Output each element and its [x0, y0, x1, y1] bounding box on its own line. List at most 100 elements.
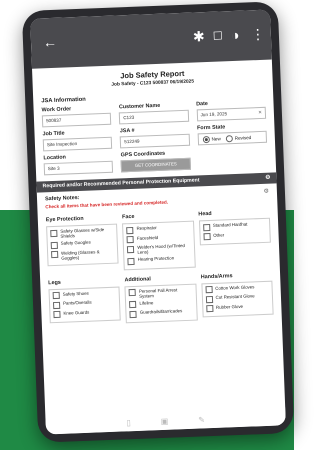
clear-date-icon[interactable]: × — [258, 108, 262, 118]
form-state-new-option[interactable]: New — [202, 135, 221, 143]
checkbox-item[interactable]: Safety Googles — [50, 239, 115, 249]
checkbox-label: Welder's Hood (w/Tinted Lens) — [137, 242, 186, 255]
checkbox-label: Faceshield — [136, 234, 159, 241]
checkbox-item[interactable]: Safety Shoes — [52, 289, 117, 300]
checkbox-label: Pants/Overalls — [62, 299, 92, 306]
ppe-grid-bottom: Legs Safety Shoes Pants/Overalls Knee Gu… — [48, 267, 274, 329]
checkbox-item[interactable]: Respirator — [126, 224, 190, 234]
checkbox-item[interactable]: Lifeline — [129, 298, 193, 309]
date-input[interactable]: Jun 19, 2025 × — [196, 106, 267, 122]
checkbox[interactable] — [127, 257, 135, 265]
form-state-revised-label: Revised — [234, 134, 252, 141]
job-title-input[interactable]: Site Inspection — [42, 136, 113, 152]
radio-revised[interactable] — [225, 134, 233, 142]
job-title-label: Job Title — [42, 130, 65, 138]
checkbox[interactable] — [203, 233, 211, 241]
checkbox-label: Safety Googles — [60, 239, 91, 246]
checkbox-item[interactable]: Safety Glasses w/Side Shields — [50, 227, 114, 239]
app-bar: ← ✱ ☐ ◑ ⋮ — [30, 9, 272, 69]
checkbox-label: Hearing Protection — [137, 255, 175, 262]
face-list: Respirator Faceshield Welder's Hood (w/T… — [122, 220, 196, 270]
checkbox-item[interactable]: Welder's Hood (w/Tinted Lens) — [127, 243, 191, 255]
legs-header: Legs — [48, 279, 61, 286]
get-coordinates-button[interactable]: GET COORDINATES — [120, 157, 191, 173]
checkbox[interactable] — [52, 301, 61, 309]
checkbox[interactable] — [205, 285, 213, 294]
collapse-icon[interactable]: ⊖ — [265, 173, 270, 184]
checkbox[interactable] — [51, 250, 59, 259]
checkbox-item[interactable]: Hearing Protection — [127, 255, 192, 265]
checkbox-item[interactable]: Welding (Glasses & Goggles) — [51, 248, 115, 260]
checkbox[interactable] — [127, 245, 135, 253]
tablet-device: ← ✱ ☐ ◑ ⋮ Job Safety Report Job Safety -… — [21, 1, 295, 443]
form-content: Job Safety Report Job Safety - C123 5008… — [32, 60, 282, 330]
checkbox-item[interactable]: Cotton Work Gloves — [205, 283, 269, 294]
ppe-grid-top: Eye Protection Safety Glasses w/Side Shi… — [46, 205, 272, 276]
checkbox-label: Other — [213, 231, 225, 238]
face-header: Face — [122, 213, 135, 221]
checkbox[interactable] — [128, 288, 137, 297]
hands-arms-list: Cotton Work Gloves Cut Resistant Glove R… — [201, 280, 274, 318]
checkbox-label: Safety Shoes — [62, 290, 89, 297]
more-menu-icon[interactable]: ⋮ — [251, 26, 266, 44]
date-label: Date — [196, 101, 208, 108]
checkbox-label: Guardrails/Barricades — [139, 308, 183, 315]
checkbox-item[interactable]: Faceshield — [126, 233, 191, 244]
checkbox[interactable] — [126, 235, 135, 244]
checkbox[interactable] — [202, 223, 211, 231]
checkbox-item[interactable]: Knee Guards — [53, 308, 117, 319]
checkbox[interactable] — [50, 229, 58, 237]
checkbox[interactable] — [50, 241, 58, 249]
page-icon[interactable]: ▯ — [126, 418, 131, 427]
radio-new[interactable] — [202, 135, 210, 143]
checkbox-item[interactable]: Personal Fall Arrest System — [128, 286, 193, 299]
head-header: Head — [198, 210, 212, 218]
asterisk-icon[interactable]: ✱ — [193, 28, 205, 45]
location-label: Location — [43, 154, 67, 162]
checkbox-item[interactable]: Guardrails/Barricades — [129, 308, 194, 318]
legs-list: Safety Shoes Pants/Overalls Knee Guards — [48, 286, 122, 324]
work-order-label: Work Order — [41, 106, 72, 114]
head-list: Standard Hardhat Other — [198, 217, 271, 246]
form-state-radio-group: New Revised — [197, 130, 268, 146]
back-arrow-icon[interactable]: ← — [43, 34, 58, 51]
customer-name-input[interactable]: C123 — [119, 109, 189, 125]
additional-list: Personal Fall Arrest System Lifeline Gua… — [124, 283, 198, 323]
additional-header: Additional — [124, 275, 151, 283]
gps-label: GPS Coordinates — [120, 150, 166, 159]
work-order-input[interactable]: 500837 — [41, 112, 112, 128]
checkbox-item[interactable]: Rubber Glove — [205, 302, 270, 313]
checkbox-item[interactable]: Pants/Overalls — [52, 299, 117, 309]
bookmark-icon[interactable]: ☐ — [213, 29, 223, 42]
checkbox[interactable] — [129, 310, 137, 318]
hands-arms-header: Hands/Arms — [200, 272, 233, 280]
checkbox[interactable] — [205, 304, 214, 313]
checkbox[interactable] — [126, 226, 134, 234]
checkbox-item[interactable]: Cut Resistant Glove — [205, 293, 270, 303]
pen-icon[interactable]: ✎ — [198, 415, 205, 424]
form-state-label: Form State — [196, 124, 226, 132]
image-icon[interactable]: ▣ — [161, 416, 169, 425]
checkbox-label: Rubber Glove — [215, 303, 244, 310]
bottom-toolbar: ▯ ▣ ✎ — [45, 407, 286, 435]
checkbox-label: Standard Hardhat — [212, 221, 248, 228]
form-state-new-label: New — [211, 135, 221, 142]
form-state-revised-option[interactable]: Revised — [225, 134, 252, 142]
checkbox-item[interactable]: Standard Hardhat — [202, 221, 267, 231]
checkbox[interactable] — [53, 310, 61, 319]
checkbox[interactable] — [52, 291, 60, 300]
date-value: Jun 19, 2025 — [200, 111, 228, 118]
gear-icon[interactable]: ⚙ — [263, 188, 269, 195]
checkbox-label: Cotton Work Gloves — [215, 283, 255, 291]
checkbox[interactable] — [205, 295, 213, 303]
jsa-row-3: Location Site 3 GPS Coordinates GET COOR… — [43, 147, 268, 176]
checkbox-label: Knee Guards — [63, 309, 90, 316]
location-input[interactable]: Site 3 — [43, 160, 114, 176]
checkbox-label: Respirator — [136, 225, 157, 231]
checkbox-label: Personal Fall Arrest System — [138, 286, 178, 299]
jsa-number-input[interactable]: 512249 — [120, 133, 190, 149]
contrast-icon[interactable]: ◑ — [231, 27, 240, 43]
checkbox-item[interactable]: Other — [203, 230, 267, 241]
eye-protection-list: Safety Glasses w/Side Shields Safety Goo… — [46, 223, 119, 266]
checkbox[interactable] — [129, 300, 137, 309]
